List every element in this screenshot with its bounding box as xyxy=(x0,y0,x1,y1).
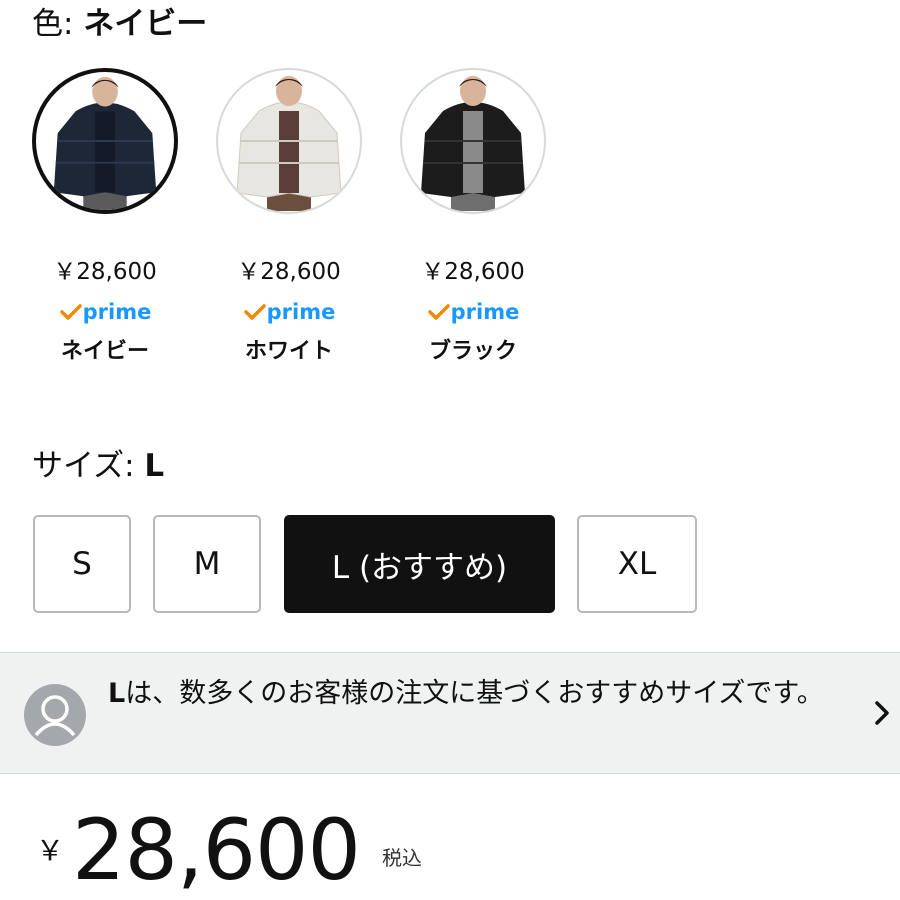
price-block: ￥ 28,600 税込 xyxy=(36,800,422,900)
color-swatch-list: ￥28,600 prime ネイビー ￥28,600 prime ホワイト ￥2… xyxy=(30,68,548,366)
prime-check-icon xyxy=(427,304,450,320)
color-swatch-image[interactable] xyxy=(32,68,178,214)
prime-check-icon xyxy=(59,304,82,320)
swatch-label: ホワイト xyxy=(244,339,333,364)
size-selected-value: L xyxy=(144,448,165,484)
chevron-right-icon[interactable] xyxy=(872,697,892,729)
prime-badge: prime xyxy=(427,300,520,324)
color-option-navy[interactable]: ￥28,600 prime ネイビー xyxy=(30,68,180,366)
color-heading: 色: ネイビー xyxy=(32,4,207,44)
size-heading: サイズ: L xyxy=(32,446,164,486)
avatar-icon xyxy=(24,684,86,746)
jacket-image-white xyxy=(236,76,342,211)
prime-badge: prime xyxy=(243,300,336,324)
swatch-label: ブラック xyxy=(428,339,517,364)
prime-label: prime xyxy=(82,300,152,324)
jacket-image-navy xyxy=(53,76,157,210)
size-label: サイズ: xyxy=(32,448,145,484)
color-option-black[interactable]: ￥28,600 prime ブラック xyxy=(398,68,548,366)
color-selected-value: ネイビー xyxy=(83,6,208,42)
prime-label: prime xyxy=(266,300,336,324)
size-button-s[interactable]: S xyxy=(33,515,131,613)
color-label: 色: xyxy=(32,6,84,42)
recommendation-size: L xyxy=(108,678,126,709)
swatch-price: ￥28,600 xyxy=(53,259,157,285)
price-currency: ￥ xyxy=(36,834,65,867)
color-option-white[interactable]: ￥28,600 prime ホワイト xyxy=(214,68,364,366)
jacket-image-black xyxy=(421,76,525,211)
price-amount: 28,600 xyxy=(72,801,361,899)
swatch-price: ￥28,600 xyxy=(237,259,341,285)
color-swatch-image[interactable] xyxy=(400,68,546,214)
size-button-m[interactable]: M xyxy=(153,515,261,613)
recommendation-text: Lは、数多くのお客様の注文に基づくおすすめサイズです。 xyxy=(108,675,858,713)
color-swatch-image[interactable] xyxy=(216,68,362,214)
size-button-xl[interactable]: XL xyxy=(577,515,697,613)
prime-badge: prime xyxy=(59,300,152,324)
swatch-price: ￥28,600 xyxy=(421,259,525,285)
prime-check-icon xyxy=(243,304,266,320)
prime-label: prime xyxy=(450,300,520,324)
size-recommendation-banner[interactable]: Lは、数多くのお客様の注文に基づくおすすめサイズです。 xyxy=(0,652,900,774)
recommendation-message: は、数多くのお客様の注文に基づくおすすめサイズです。 xyxy=(125,678,824,709)
tax-label: 税込 xyxy=(381,846,422,870)
size-button-l[interactable]: L (おすすめ) xyxy=(284,515,555,613)
swatch-label: ネイビー xyxy=(60,339,149,364)
